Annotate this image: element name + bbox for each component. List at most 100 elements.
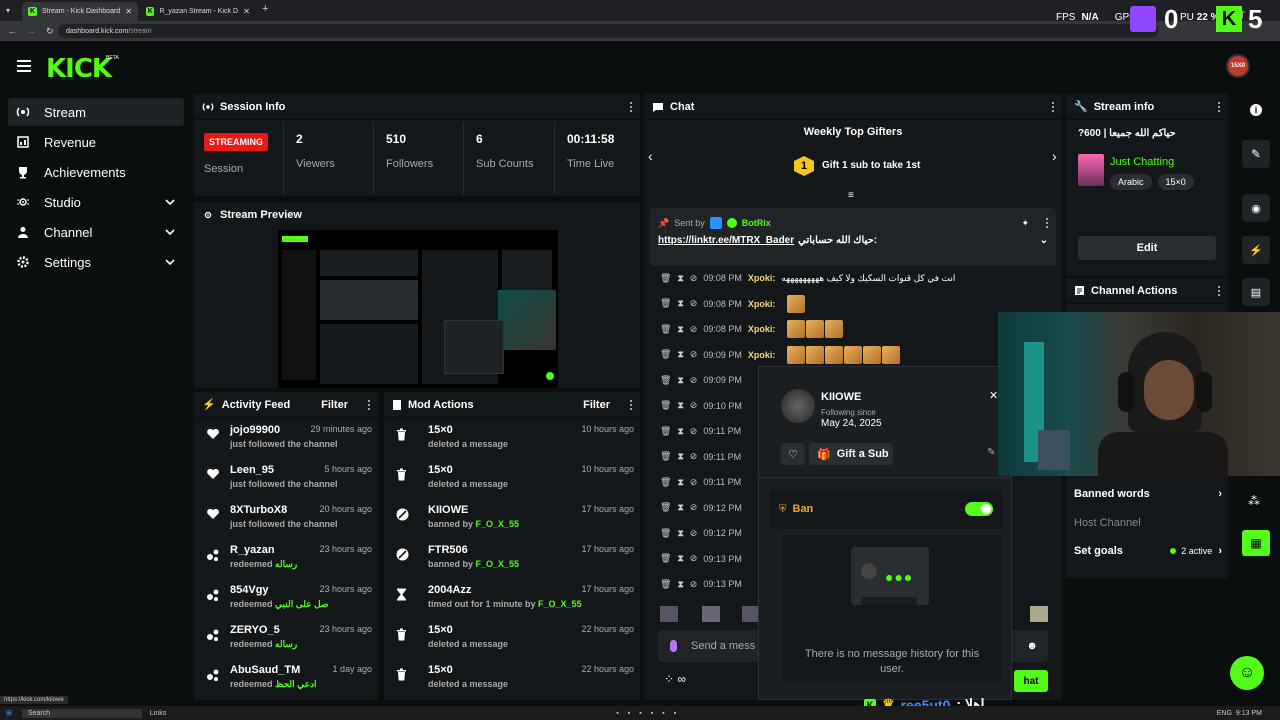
activity-filter-button[interactable]: Filter bbox=[321, 399, 348, 411]
taskbar-search[interactable]: Search bbox=[21, 708, 142, 718]
more-options-icon[interactable] bbox=[1052, 101, 1054, 112]
host-channel-item[interactable]: Host Channel bbox=[1074, 517, 1141, 529]
activity-item[interactable]: Leen_95 5 hours ago just followed the chan… bbox=[206, 458, 378, 498]
ban-user-icon[interactable]: ⊘ bbox=[690, 528, 698, 539]
ban-user-icon[interactable]: ⊘ bbox=[690, 400, 698, 411]
pinned-link[interactable]: https://linktr.ee/MTRX_Bader bbox=[658, 235, 794, 246]
taskbar-links[interactable]: Links bbox=[150, 710, 166, 717]
mod-target-user[interactable]: FTR506 bbox=[428, 544, 468, 556]
emote-thumb[interactable] bbox=[702, 606, 720, 622]
tag-chip[interactable]: Arabic bbox=[1110, 174, 1152, 190]
mod-action-item[interactable]: 15×0 10 hours ago deleted a message bbox=[396, 418, 640, 458]
delete-message-icon[interactable]: 🗑 bbox=[660, 502, 671, 513]
close-tab-icon[interactable]: ✕ bbox=[125, 7, 132, 16]
activity-item[interactable]: 8XTurboX8 20 hours ago just followed the c… bbox=[206, 498, 378, 538]
delete-message-icon[interactable]: 🗑 bbox=[660, 528, 671, 539]
close-tab-icon[interactable]: ✕ bbox=[243, 7, 250, 16]
delete-message-icon[interactable]: 🗑 bbox=[660, 298, 671, 309]
activity-item[interactable]: R_yazan 23 hours ago redeemed رساله bbox=[206, 538, 378, 578]
windows-start-icon[interactable]: ⊞ bbox=[6, 709, 12, 717]
mod-action-item[interactable]: FTR506 17 hours ago banned by F_O_X_55 bbox=[396, 538, 640, 578]
ban-user-icon[interactable]: ⊘ bbox=[690, 451, 698, 462]
tab-search-icon[interactable]: ▾ bbox=[6, 6, 10, 15]
hamburger-menu-icon[interactable] bbox=[17, 60, 31, 75]
heart-icon[interactable]: ♡ bbox=[781, 443, 805, 465]
timeout-icon[interactable]: ⧗ bbox=[677, 324, 683, 335]
mod-target-user[interactable]: KIIOWE bbox=[428, 504, 468, 516]
activity-item[interactable]: jojo99900 29 minutes ago just followed the… bbox=[206, 418, 378, 458]
chat-message[interactable]: 🗑 ⧗ ⊘ 09:09 PM bbox=[660, 370, 760, 390]
clapper-icon[interactable]: ▦ bbox=[1242, 530, 1270, 556]
more-options-icon[interactable] bbox=[630, 101, 632, 112]
stream-preview-video[interactable] bbox=[278, 230, 558, 388]
app-icon[interactable]: ▪ bbox=[628, 710, 630, 717]
mod-moderator[interactable]: F_O_X_55 bbox=[538, 599, 582, 609]
chat-message[interactable]: 🗑 ⧗ ⊘ 09:08 PM Xpoki: bbox=[660, 319, 844, 339]
ban-user-icon[interactable]: ⊘ bbox=[690, 273, 698, 284]
chat-message[interactable]: 🗑 ⧗ ⊘ 09:12 PM bbox=[660, 523, 760, 543]
mod-moderator[interactable]: F_O_X_55 bbox=[476, 519, 520, 529]
timeout-icon[interactable]: ⧗ bbox=[677, 553, 683, 564]
chat-message[interactable]: 🗑 ⧗ ⊘ 09:13 PM bbox=[660, 549, 760, 569]
more-options-icon[interactable] bbox=[1046, 218, 1048, 228]
folder-icon[interactable]: ▪ bbox=[616, 710, 618, 717]
info-icon[interactable]: i bbox=[1250, 104, 1262, 116]
delete-message-icon[interactable]: 🗑 bbox=[660, 477, 671, 488]
chat-username[interactable]: Xpoki: bbox=[748, 324, 776, 334]
timeout-icon[interactable]: ⧗ bbox=[677, 502, 683, 513]
collapse-icon[interactable]: ≡ bbox=[848, 190, 858, 201]
gift-sub-button[interactable]: 🎁 Gift a Sub bbox=[809, 443, 893, 465]
forward-arrow-icon[interactable]: → bbox=[27, 26, 36, 36]
delete-message-icon[interactable]: 🗑 bbox=[660, 553, 671, 564]
mod-target-user[interactable]: 15×0 bbox=[428, 424, 453, 436]
chat-message[interactable]: 🗑 ⧗ ⊘ 09:08 PM Xpoki: انت في كل قنوات السكيك … bbox=[660, 268, 961, 288]
reload-icon[interactable]: ↻ bbox=[46, 26, 54, 37]
edit-rail-button[interactable]: ✎ bbox=[1242, 140, 1270, 168]
mod-action-item[interactable]: KIIOWE 17 hours ago banned by F_O_X_55 bbox=[396, 498, 640, 538]
activity-user[interactable]: jojo99900 bbox=[230, 424, 280, 436]
mod-target-user[interactable]: 15×0 bbox=[428, 664, 453, 676]
mod-target-user[interactable]: 15×0 bbox=[428, 464, 453, 476]
chevron-right-icon[interactable]: › bbox=[1052, 148, 1057, 164]
timeout-icon[interactable]: ⧗ bbox=[677, 579, 683, 590]
category-link[interactable]: Just Chatting bbox=[1110, 156, 1174, 168]
delete-message-icon[interactable]: 🗑 bbox=[660, 579, 671, 590]
set-goals-item[interactable]: Set goals 2 active › bbox=[1074, 545, 1222, 557]
delete-message-icon[interactable]: 🗑 bbox=[660, 273, 671, 284]
activity-user[interactable]: 8XTurboX8 bbox=[230, 504, 287, 516]
mod-action-item[interactable]: 15×0 22 hours ago deleted a message bbox=[396, 658, 640, 698]
taskbar-clock[interactable]: 9:13 PM bbox=[1236, 710, 1262, 717]
kick-logo[interactable]: KICK bbox=[46, 54, 112, 84]
emote-thumb[interactable] bbox=[660, 606, 678, 622]
new-tab-icon[interactable]: + bbox=[262, 3, 268, 15]
ban-user-icon[interactable]: ⊘ bbox=[690, 324, 698, 335]
ban-user-icon[interactable]: ⊘ bbox=[690, 502, 698, 513]
delete-message-icon[interactable]: 🗑 bbox=[660, 324, 671, 335]
tag-chip[interactable]: 15×0 bbox=[1157, 174, 1194, 190]
chevron-left-icon[interactable]: ‹ bbox=[648, 148, 653, 164]
chat-send-button[interactable]: hat bbox=[1014, 670, 1048, 692]
more-options-icon[interactable] bbox=[1218, 285, 1220, 296]
ban-user-icon[interactable]: ⊘ bbox=[690, 298, 698, 309]
chat-settings-icon[interactable]: ⁘ ∞ bbox=[664, 672, 686, 686]
banned-words-item[interactable]: Banned words › bbox=[1074, 488, 1222, 500]
chat-message[interactable]: 🗑 ⧗ ⊘ 09:08 PM Xpoki: bbox=[660, 294, 806, 314]
unpin-icon[interactable]: ✦ bbox=[1021, 218, 1029, 229]
chat-message[interactable]: 🗑 ⧗ ⊘ 09:11 PM bbox=[660, 447, 759, 467]
chat-message[interactable]: 🗑 ⧗ ⊘ 09:10 PM bbox=[660, 396, 760, 416]
timeout-icon[interactable]: ⧗ bbox=[677, 375, 683, 386]
edit-stream-info-button[interactable]: Edit bbox=[1078, 236, 1216, 260]
sidebar-item-studio[interactable]: Studio bbox=[8, 188, 184, 216]
activity-user[interactable]: AbuSaud_TM bbox=[230, 664, 300, 676]
browser-icon[interactable]: ▪ bbox=[639, 710, 641, 717]
chat-username[interactable]: Xpoki: bbox=[748, 299, 776, 309]
timeout-icon[interactable]: ⧗ bbox=[677, 273, 683, 284]
mod-action-item[interactable]: 15×0 22 hours ago deleted a message bbox=[396, 618, 640, 658]
delete-message-icon[interactable]: 🗑 bbox=[660, 375, 671, 386]
document-rail-button[interactable]: ▤ bbox=[1242, 278, 1270, 306]
sidebar-item-channel[interactable]: Channel bbox=[8, 218, 184, 246]
mod-filter-button[interactable]: Filter bbox=[583, 399, 610, 411]
timeout-icon[interactable]: ⧗ bbox=[677, 477, 683, 488]
app-icon[interactable]: ▪ bbox=[662, 710, 664, 717]
activity-user[interactable]: R_yazan bbox=[230, 544, 275, 556]
